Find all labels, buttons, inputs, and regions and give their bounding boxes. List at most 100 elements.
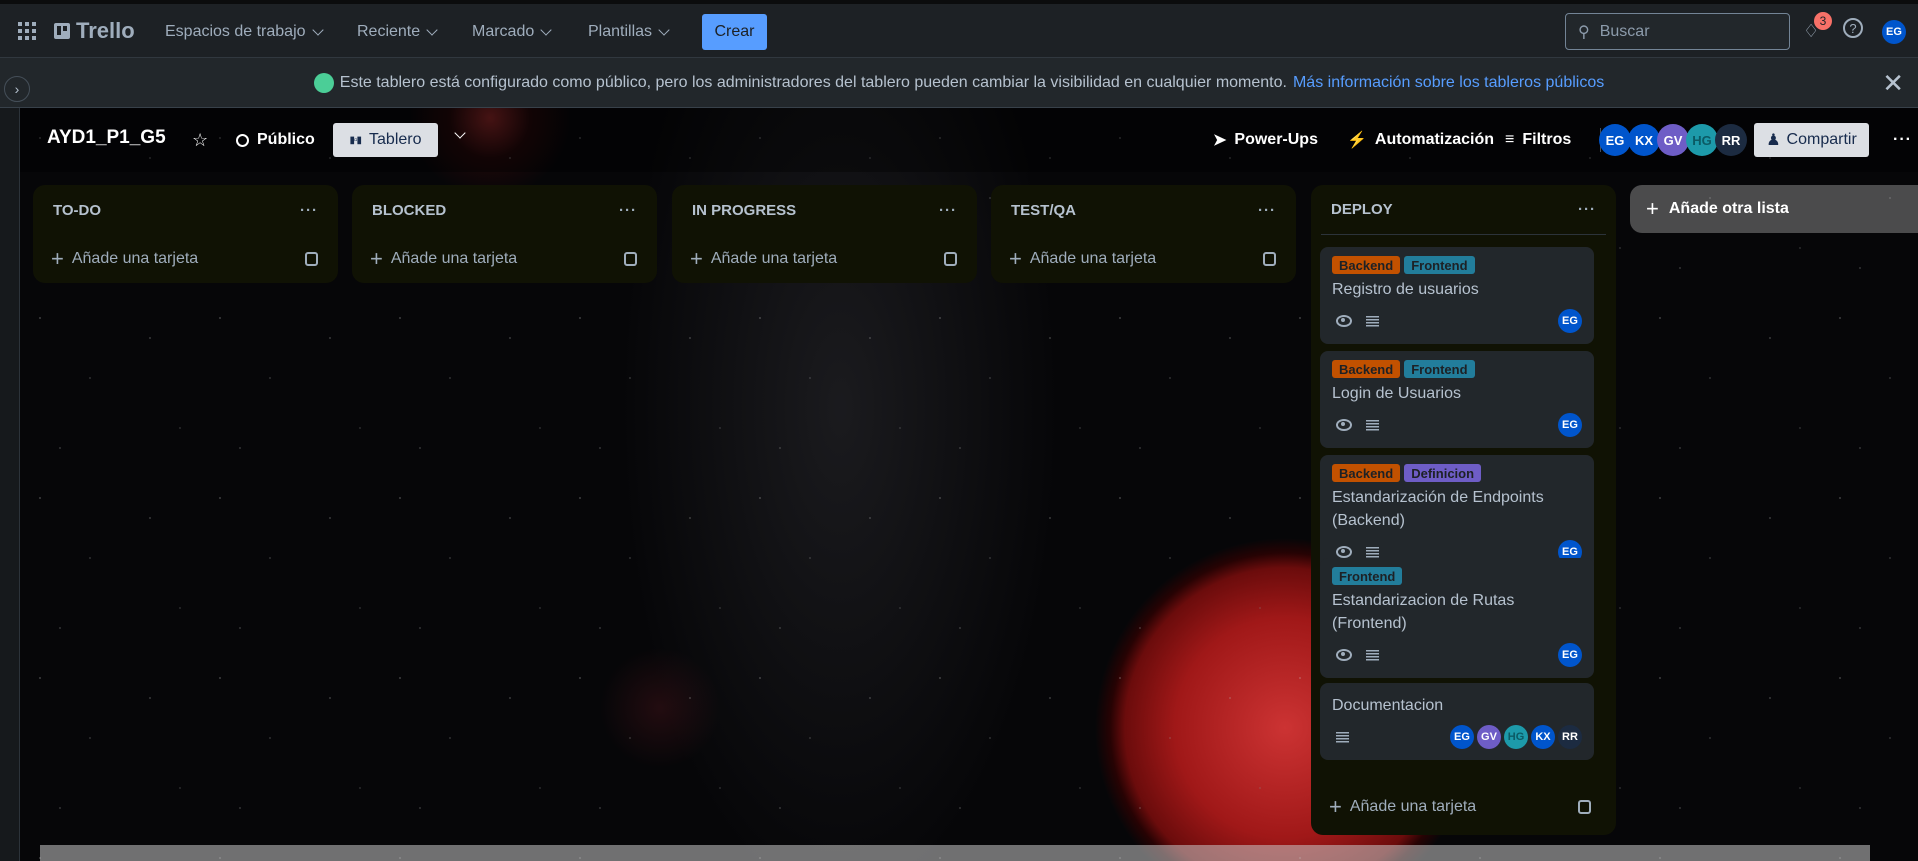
- add-list-label: Añade otra lista: [1668, 200, 1789, 217]
- search-input[interactable]: ⚲ Buscar: [1565, 13, 1790, 50]
- card[interactable]: Backend Frontend Login de Usuarios EG: [1320, 351, 1594, 448]
- collapsed-sidebar: [0, 108, 20, 861]
- board-view-icon: ▮▫▮: [349, 134, 362, 146]
- list-title[interactable]: BLOCKED: [372, 202, 446, 219]
- create-button[interactable]: Crear: [702, 14, 767, 50]
- member-avatar[interactable]: EG: [1558, 643, 1582, 667]
- add-card-label: Añade una tarjeta: [710, 250, 838, 267]
- add-card-button[interactable]: + Añade una tarjeta: [1311, 783, 1611, 831]
- card-label[interactable]: Backend: [1332, 360, 1401, 378]
- nav-workspaces[interactable]: Espacios de trabajo: [165, 16, 324, 48]
- board-canvas: AYD1_P1_G5 ☆ Público ▮▫▮ Tablero ➤ Power-U…: [20, 108, 1918, 861]
- star-icon[interactable]: ☆: [192, 124, 208, 156]
- chevron-down-icon: [540, 23, 552, 36]
- top-navigation: Trello Espacios de trabajo Reciente Marc…: [0, 4, 1918, 58]
- horizontal-scrollbar[interactable]: [40, 845, 1870, 861]
- card[interactable]: Frontend Estandarizacion de Rutas (Fronte…: [1320, 558, 1594, 678]
- list-todo: TO-DO ··· + Añade una tarjeta: [33, 185, 338, 283]
- card[interactable]: Backend Frontend Registro de usuarios EG: [1320, 247, 1594, 344]
- card[interactable]: Documentacion EG GV HG KX RR: [1320, 683, 1594, 760]
- close-icon[interactable]: ✕: [1882, 68, 1904, 99]
- member-avatar[interactable]: EG: [1558, 413, 1582, 437]
- trello-logo[interactable]: Trello: [54, 18, 135, 44]
- more-menu-icon[interactable]: ···: [1893, 124, 1912, 156]
- chevron-down-icon[interactable]: [454, 127, 466, 139]
- list-menu-icon[interactable]: ···: [619, 202, 637, 219]
- list-menu-icon[interactable]: ···: [1578, 201, 1596, 218]
- filters-label: Filtros: [1522, 131, 1572, 148]
- nav-templates[interactable]: Plantillas: [588, 16, 670, 48]
- member-avatar[interactable]: HG: [1504, 725, 1528, 749]
- card-template-icon[interactable]: [305, 252, 318, 266]
- nav-label: Reciente: [357, 23, 421, 40]
- filter-icon: ≡: [1505, 131, 1515, 148]
- view-label: Tablero: [369, 131, 422, 148]
- card-labels: Backend Frontend: [1332, 360, 1582, 378]
- filters-button[interactable]: ≡ Filtros: [1505, 124, 1571, 156]
- list-blocked: BLOCKED ··· + Añade una tarjeta: [352, 185, 657, 283]
- banner-link[interactable]: Más información sobre los tableros públi…: [1293, 74, 1604, 92]
- card-template-icon[interactable]: [944, 252, 957, 266]
- member-avatar[interactable]: EG: [1599, 124, 1631, 156]
- list-title[interactable]: IN PROGRESS: [692, 202, 796, 219]
- share-button[interactable]: ♟ Compartir: [1754, 123, 1869, 157]
- description-icon: [1366, 315, 1379, 327]
- member-avatar[interactable]: RR: [1558, 725, 1582, 749]
- card-label[interactable]: Frontend: [1332, 567, 1403, 585]
- member-avatar[interactable]: KX: [1628, 124, 1660, 156]
- nav-starred[interactable]: Marcado: [472, 16, 552, 48]
- member-avatar[interactable]: GV: [1477, 725, 1501, 749]
- card-label[interactable]: Definicion: [1404, 464, 1482, 482]
- list-title[interactable]: TEST/QA: [1011, 202, 1076, 219]
- add-card-button[interactable]: + Añade una tarjeta: [33, 235, 338, 283]
- card-label[interactable]: Backend: [1332, 256, 1401, 274]
- powerups-label: Power-Ups: [1234, 131, 1318, 148]
- member-avatar[interactable]: GV: [1657, 124, 1689, 156]
- visibility-button[interactable]: Público: [236, 124, 315, 156]
- member-avatar[interactable]: RR: [1715, 124, 1747, 156]
- board-title[interactable]: AYD1_P1_G5: [47, 127, 166, 149]
- automation-button[interactable]: ⚡ Automatización: [1347, 124, 1494, 156]
- card-title: Login de Usuarios: [1332, 385, 1461, 402]
- search-placeholder: Buscar: [1599, 22, 1650, 40]
- share-label: Compartir: [1786, 131, 1857, 148]
- add-list-button[interactable]: + Añade otra lista: [1630, 185, 1918, 233]
- user-avatar[interactable]: EG: [1882, 20, 1906, 44]
- card-label[interactable]: Frontend: [1404, 256, 1475, 274]
- card-label[interactable]: Frontend: [1404, 360, 1475, 378]
- expand-sidebar-button[interactable]: ›: [4, 76, 30, 102]
- list-menu-icon[interactable]: ···: [300, 202, 318, 219]
- list-deploy: DEPLOY ··· Backend Frontend Registro de usu…: [1311, 185, 1616, 835]
- app-switcher-icon[interactable]: [18, 22, 36, 40]
- description-icon: [1366, 649, 1379, 661]
- card[interactable]: Backend Definicion Estandarización de Endp…: [1320, 455, 1594, 575]
- list-title[interactable]: DEPLOY: [1331, 201, 1393, 218]
- help-icon[interactable]: ?: [1843, 18, 1863, 38]
- add-card-button[interactable]: + Añade una tarjeta: [991, 235, 1296, 283]
- plus-icon: +: [370, 246, 383, 271]
- view-board-button[interactable]: ▮▫▮ Tablero: [333, 123, 438, 157]
- card-labels: Frontend: [1332, 567, 1582, 585]
- nav-recent[interactable]: Reciente: [357, 16, 438, 48]
- list-title[interactable]: TO-DO: [53, 202, 101, 219]
- member-avatar[interactable]: EG: [1558, 309, 1582, 333]
- list-menu-icon[interactable]: ···: [1258, 202, 1276, 219]
- member-avatar[interactable]: EG: [1450, 725, 1474, 749]
- card-badges: EG GV HG KX RR: [1332, 723, 1582, 751]
- visibility-label: Público: [257, 131, 315, 148]
- card-title: Documentacion: [1332, 697, 1444, 714]
- card-label[interactable]: Backend: [1332, 464, 1401, 482]
- card-template-icon[interactable]: [1263, 252, 1276, 266]
- member-avatar[interactable]: KX: [1531, 725, 1555, 749]
- member-avatar[interactable]: HG: [1686, 124, 1718, 156]
- lightning-icon: ⚡: [1347, 132, 1367, 149]
- card-template-icon[interactable]: [624, 252, 637, 266]
- card-template-icon[interactable]: [1578, 800, 1591, 814]
- powerups-button[interactable]: ➤ Power-Ups: [1213, 124, 1318, 156]
- add-card-button[interactable]: + Añade una tarjeta: [352, 235, 657, 283]
- description-icon: [1366, 419, 1379, 431]
- chevron-down-icon: [311, 23, 324, 36]
- board-header: AYD1_P1_G5 ☆ Público ▮▫▮ Tablero ➤ Power-U…: [20, 108, 1918, 172]
- list-menu-icon[interactable]: ···: [939, 202, 957, 219]
- add-card-button[interactable]: + Añade una tarjeta: [672, 235, 977, 283]
